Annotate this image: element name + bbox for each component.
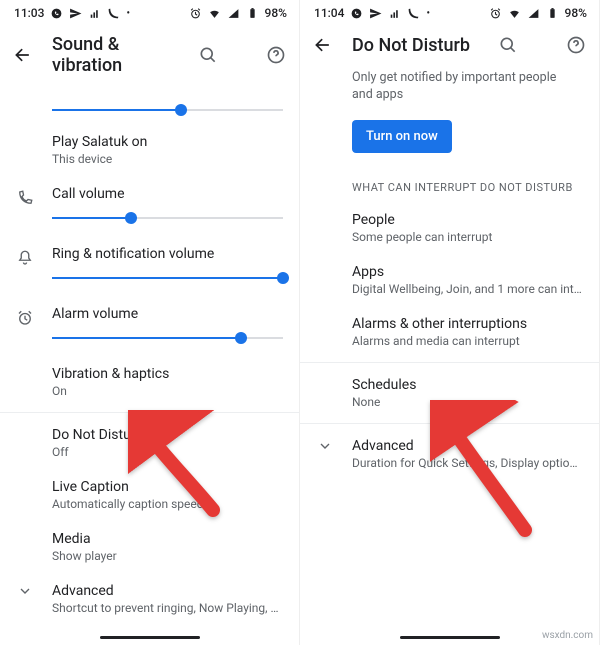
alarm-icon (189, 7, 202, 20)
list-item-media[interactable]: Media Show player (0, 521, 299, 573)
signal-call-icon (388, 7, 401, 20)
battery-pct: 98% (265, 6, 287, 20)
dot-icon: • (426, 8, 430, 19)
arrow-back-icon (313, 35, 333, 55)
help-icon (266, 45, 286, 65)
wifi-icon (508, 7, 521, 20)
status-time: 11:03 (14, 6, 44, 20)
item-sub: Automatically caption speech (52, 497, 283, 511)
bell-icon (12, 246, 38, 270)
divider (300, 423, 599, 424)
watermark: wsxdn.com (542, 630, 593, 641)
list-item-people[interactable]: People Some people can interrupt (300, 202, 599, 254)
divider (300, 362, 599, 363)
item-title: Live Caption (52, 479, 283, 495)
item-title: Ring & notification volume (52, 246, 283, 262)
item-title: Schedules (352, 377, 583, 393)
gesture-bar[interactable] (400, 636, 500, 639)
battery-pct: 98% (565, 6, 587, 20)
item-sub: Digital Wellbeing, Join, and 1 more can … (352, 282, 583, 296)
page-title: Do Not Disturb (352, 35, 479, 56)
arrow-back-icon (13, 45, 33, 65)
list-item-ring-volume[interactable]: Ring & notification volume (0, 236, 299, 296)
status-bar: 11:04 • 98% (300, 0, 599, 24)
help-button[interactable] (265, 44, 287, 66)
phone-icon (12, 186, 38, 210)
gesture-bar[interactable] (100, 636, 200, 639)
send-icon (369, 7, 382, 20)
back-button[interactable] (12, 44, 34, 66)
search-icon (498, 35, 518, 55)
help-button[interactable] (565, 34, 587, 56)
wifi-icon (208, 7, 221, 20)
search-icon (198, 45, 218, 65)
cell-signal-icon (227, 7, 240, 20)
list-item-apps[interactable]: Apps Digital Wellbeing, Join, and 1 more… (300, 254, 599, 306)
list-item-vibration[interactable]: Vibration & haptics On (0, 356, 299, 408)
settings-list: Play Salatuk on This device Call volume … (0, 88, 299, 625)
list-item-schedules[interactable]: Schedules None (300, 367, 599, 419)
dnd-info: Only get notified by important people an… (300, 68, 599, 114)
item-title: Alarms & other interruptions (352, 316, 583, 332)
list-item-advanced[interactable]: Advanced Shortcut to prevent ringing, No… (0, 573, 299, 625)
app-bar: Sound & vibration (0, 24, 299, 88)
item-sub: Some people can interrupt (352, 230, 583, 244)
signal-call-icon (88, 7, 101, 20)
list-item-alarm-volume[interactable]: Alarm volume (0, 296, 299, 356)
back-button[interactable] (312, 34, 334, 56)
item-sub: This device (52, 152, 283, 166)
chevron-down-icon (312, 438, 338, 454)
turn-on-button[interactable]: Turn on now (352, 120, 452, 153)
item-title: Media (52, 531, 283, 547)
item-title: Play Salatuk on (52, 134, 283, 150)
send-icon (69, 7, 82, 20)
phone-icon (107, 7, 120, 20)
slider-media[interactable] (0, 88, 299, 124)
item-title: Advanced (52, 583, 283, 599)
item-title: Advanced (352, 438, 583, 454)
item-sub: None (352, 395, 583, 409)
item-title: Apps (352, 264, 583, 280)
list-item-live-caption[interactable]: Live Caption Automatically caption speec… (0, 469, 299, 521)
item-title: Vibration & haptics (52, 366, 283, 382)
item-sub: Show player (52, 549, 283, 563)
cell-signal-icon (527, 7, 540, 20)
page-title: Sound & vibration (52, 34, 179, 76)
item-title: People (352, 212, 583, 228)
item-sub: Shortcut to prevent ringing, Now Playing… (52, 601, 283, 615)
battery-icon (246, 7, 259, 20)
item-sub: On (52, 384, 283, 398)
phone-icon (407, 7, 420, 20)
list-item-dnd[interactable]: Do Not Disturb Off (0, 417, 299, 469)
item-sub: Alarms and media can interrupt (352, 334, 583, 348)
item-title: Alarm volume (52, 306, 283, 322)
item-sub: Duration for Quick Settings, Display opt… (352, 456, 583, 470)
status-time: 11:04 (314, 6, 344, 20)
app-bar: Do Not Disturb (300, 24, 599, 68)
screen-do-not-disturb: 11:04 • 98% Do Not Disturb Only get not (300, 0, 600, 645)
item-sub: Off (52, 445, 283, 459)
divider (0, 412, 299, 413)
status-bar: 11:03 • 98% (0, 0, 299, 24)
dot-icon: • (126, 8, 130, 19)
list-item-advanced[interactable]: Advanced Duration for Quick Settings, Di… (300, 428, 599, 480)
help-icon (566, 35, 586, 55)
chevron-down-icon (12, 583, 38, 599)
dnd-content: Only get notified by important people an… (300, 68, 599, 480)
whatsapp-icon (50, 7, 63, 20)
list-item-alarms[interactable]: Alarms & other interruptions Alarms and … (300, 306, 599, 358)
search-button[interactable] (197, 44, 219, 66)
alarm-icon (489, 7, 502, 20)
screen-sound-vibration: 11:03 • 98% Sound & vibration (0, 0, 300, 645)
alarm-icon (12, 306, 38, 330)
search-button[interactable] (497, 34, 519, 56)
list-item-salatuk[interactable]: Play Salatuk on This device (0, 124, 299, 176)
section-header: WHAT CAN INTERRUPT DO NOT DISTURB (300, 167, 599, 202)
battery-icon (546, 7, 559, 20)
list-item-call-volume[interactable]: Call volume (0, 176, 299, 236)
item-title: Call volume (52, 186, 283, 202)
whatsapp-icon (350, 7, 363, 20)
item-title: Do Not Disturb (52, 427, 283, 443)
